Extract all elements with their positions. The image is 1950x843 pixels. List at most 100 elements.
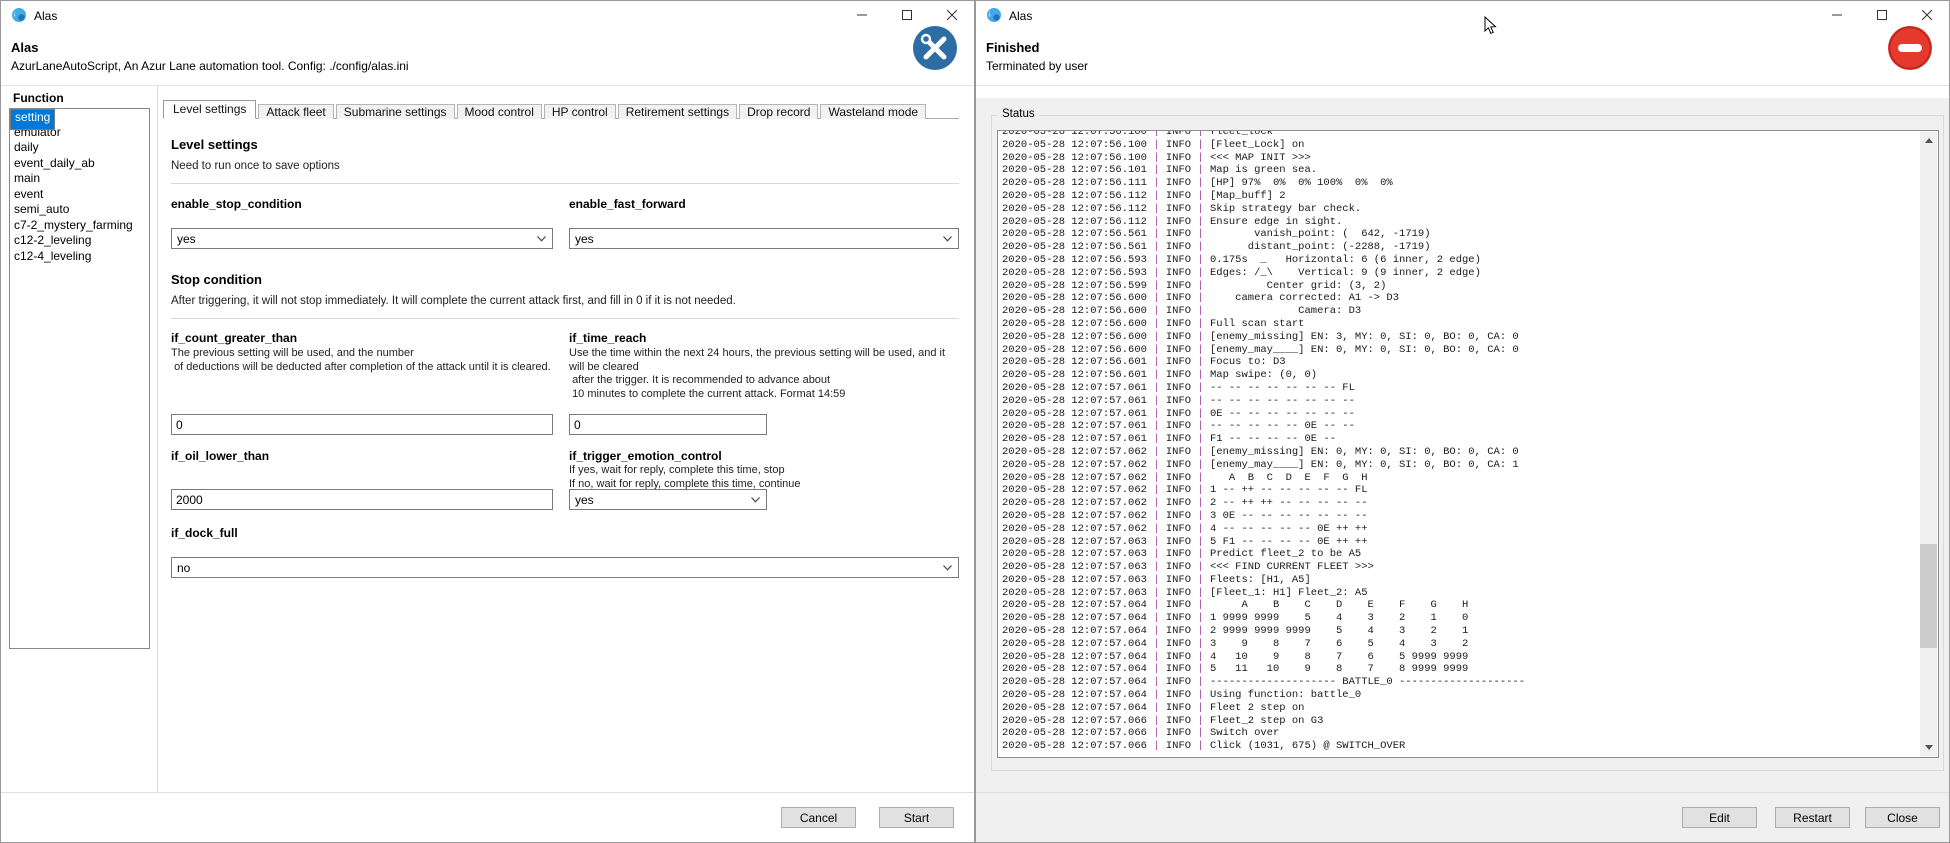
log-line: 2020-05-28 12:07:57.064 | INFO | -------…: [1002, 676, 1920, 689]
restart-button[interactable]: Restart: [1775, 807, 1850, 828]
scroll-down-icon[interactable]: [1920, 739, 1937, 756]
field-label-if-oil-lower-than: if_oil_lower_than: [171, 449, 269, 463]
field-label-if-dock-full: if_dock_full: [171, 526, 238, 540]
sidebar-item-c12-4_leveling[interactable]: c12-4_leveling: [10, 249, 149, 265]
close-icon: [947, 10, 957, 20]
log-line: 2020-05-28 12:07:57.066 | INFO | Fleet_2…: [1002, 715, 1920, 728]
log-line: 2020-05-28 12:07:56.600 | INFO | [enemy_…: [1002, 344, 1920, 357]
sidebar-item-main[interactable]: main: [10, 171, 149, 187]
titlebar[interactable]: Alas: [976, 1, 1949, 29]
alas-app-icon: [986, 7, 1002, 23]
log-line: 2020-05-28 12:07:57.062 | INFO | [enemy_…: [1002, 459, 1920, 472]
field-desc-if-trigger-emotion-control: If yes, wait for reply, complete this ti…: [569, 464, 993, 491]
sidebar-item-setting[interactable]: setting: [10, 109, 55, 130]
if-count-greater-than-input[interactable]: [171, 414, 553, 435]
log-line: 2020-05-28 12:07:57.061 | INFO | 0E -- -…: [1002, 408, 1920, 421]
enable-fast-forward-select[interactable]: yes: [569, 228, 959, 249]
log-line: 2020-05-28 12:07:56.593 | INFO | 0.175s …: [1002, 254, 1920, 267]
tab-hp-control[interactable]: HP control: [544, 104, 616, 119]
log-line: 2020-05-28 12:07:57.061 | INFO | -- -- -…: [1002, 420, 1920, 433]
log-line: 2020-05-28 12:07:57.061 | INFO | -- -- -…: [1002, 395, 1920, 408]
maximize-icon: [1877, 10, 1887, 20]
field-label-if-count-greater-than: if_count_greater_than: [171, 331, 297, 345]
titlebar[interactable]: Alas: [1, 1, 974, 29]
divider: [171, 183, 959, 184]
tab-mood-control[interactable]: Mood control: [457, 104, 542, 119]
log-line: 2020-05-28 12:07:57.064 | INFO | Using f…: [1002, 689, 1920, 702]
if-oil-lower-than-input[interactable]: [171, 489, 553, 510]
log-line: 2020-05-28 12:07:56.600 | INFO | Camera:…: [1002, 305, 1920, 318]
log-line: 2020-05-28 12:07:56.601 | INFO | Map swi…: [1002, 369, 1920, 382]
window-title: Alas: [1009, 9, 1032, 23]
log-line: 2020-05-28 12:07:56.111 | INFO | [HP] 97…: [1002, 177, 1920, 190]
mouse-cursor: [1484, 16, 1497, 40]
log-line: 2020-05-28 12:07:56.600 | INFO | [enemy_…: [1002, 331, 1920, 344]
sidebar-item-semi_auto[interactable]: semi_auto: [10, 202, 149, 218]
log-line: 2020-05-28 12:07:57.061 | INFO | -- -- -…: [1002, 382, 1920, 395]
log-line: 2020-05-28 12:07:57.062 | INFO | A B C D…: [1002, 472, 1920, 485]
button-bar-divider: [976, 792, 1949, 793]
tab-wasteland-mode[interactable]: Wasteland mode: [820, 104, 926, 119]
minimize-button[interactable]: [1814, 1, 1859, 29]
log-scrollbar[interactable]: [1920, 132, 1937, 756]
log-line: 2020-05-28 12:07:57.063 | INFO | Predict…: [1002, 548, 1920, 561]
log-line: 2020-05-28 12:07:57.063 | INFO | Fleets:…: [1002, 574, 1920, 587]
sidebar-item-event[interactable]: event: [10, 187, 149, 203]
log-line: 2020-05-28 12:07:57.062 | INFO | 3 0E --…: [1002, 510, 1920, 523]
tabstrip: Level settingsAttack fleetSubmarine sett…: [163, 101, 928, 119]
sidebar-item-c12-2_leveling[interactable]: c12-2_leveling: [10, 233, 149, 249]
tab-submarine-settings[interactable]: Submarine settings: [336, 104, 455, 119]
if-dock-full-select[interactable]: no: [171, 557, 959, 578]
scrollbar-thumb[interactable]: [1920, 544, 1937, 648]
divider: [171, 318, 959, 319]
chevron-down-icon: [943, 236, 952, 242]
log-line: 2020-05-28 12:07:57.063 | INFO | 5 F1 --…: [1002, 536, 1920, 549]
chevron-down-icon: [537, 236, 546, 242]
tab-retirement-settings[interactable]: Retirement settings: [618, 104, 737, 119]
panel-divider: [157, 86, 158, 792]
if-trigger-emotion-control-select[interactable]: yes: [569, 489, 767, 510]
chevron-down-icon: [751, 497, 760, 503]
tab-level-settings[interactable]: Level settings: [163, 100, 256, 119]
enable-stop-condition-select[interactable]: yes: [171, 228, 553, 249]
field-label-enable-stop-condition: enable_stop_condition: [171, 197, 302, 211]
field-label-if-time-reach: if_time_reach: [569, 331, 646, 345]
close-icon: [1922, 10, 1932, 20]
start-button[interactable]: Start: [879, 807, 954, 828]
tab-attack-fleet[interactable]: Attack fleet: [258, 104, 333, 119]
log-line: 2020-05-28 12:07:56.112 | INFO | Ensure …: [1002, 216, 1920, 229]
window-alas-config: Alas Alas AzurLaneAutoScript, An Azur La…: [0, 0, 975, 843]
log-line: 2020-05-28 12:07:56.112 | INFO | [Map_bu…: [1002, 190, 1920, 203]
stop-badge-icon: [1887, 25, 1933, 71]
log-textbox[interactable]: 2020-05-28 12:07:56.100 | INFO | fleet_l…: [997, 130, 1939, 758]
section-title-stop-condition: Stop condition: [171, 272, 262, 287]
edit-button[interactable]: Edit: [1682, 807, 1757, 828]
sidebar-item-c7-2_mystery_farming[interactable]: c7-2_mystery_farming: [10, 218, 149, 234]
function-list[interactable]: settingrewardemulatordailyevent_daily_ab…: [9, 108, 150, 649]
scroll-up-icon[interactable]: [1920, 132, 1937, 149]
maximize-icon: [902, 10, 912, 20]
log-line: 2020-05-28 12:07:57.064 | INFO | 5 11 10…: [1002, 663, 1920, 676]
log-line: 2020-05-28 12:07:56.100 | INFO | fleet_l…: [1002, 130, 1920, 139]
tab-drop-record[interactable]: Drop record: [739, 104, 818, 119]
sidebar-item-event_daily_ab[interactable]: event_daily_ab: [10, 156, 149, 172]
log-line: 2020-05-28 12:07:57.062 | INFO | 1 -- ++…: [1002, 484, 1920, 497]
close-dialog-button[interactable]: Close: [1865, 807, 1940, 828]
log-line: 2020-05-28 12:07:57.064 | INFO | A B C D…: [1002, 599, 1920, 612]
log-line: 2020-05-28 12:07:56.600 | INFO | Full sc…: [1002, 318, 1920, 331]
field-label-enable-fast-forward: enable_fast_forward: [569, 197, 686, 211]
minimize-button[interactable]: [839, 1, 884, 29]
run-status-title: Finished: [986, 40, 1039, 55]
sidebar-item-daily[interactable]: daily: [10, 140, 149, 156]
page-title: Alas: [11, 40, 38, 55]
log-lines: 2020-05-28 12:07:56.100 | INFO | fleet_l…: [1002, 130, 1920, 753]
window-alas-run: Alas Finished Terminated by user Status …: [975, 0, 1950, 843]
log-line: 2020-05-28 12:07:57.062 | INFO | [enemy_…: [1002, 446, 1920, 459]
run-status-subtitle: Terminated by user: [986, 59, 1088, 73]
cancel-button[interactable]: Cancel: [781, 807, 856, 828]
if-time-reach-input[interactable]: [569, 414, 767, 435]
log-line: 2020-05-28 12:07:56.593 | INFO | Edges: …: [1002, 267, 1920, 280]
log-line: 2020-05-28 12:07:56.599 | INFO | Center …: [1002, 280, 1920, 293]
tools-badge-icon: [912, 25, 958, 71]
log-line: 2020-05-28 12:07:56.112 | INFO | Skip st…: [1002, 203, 1920, 216]
